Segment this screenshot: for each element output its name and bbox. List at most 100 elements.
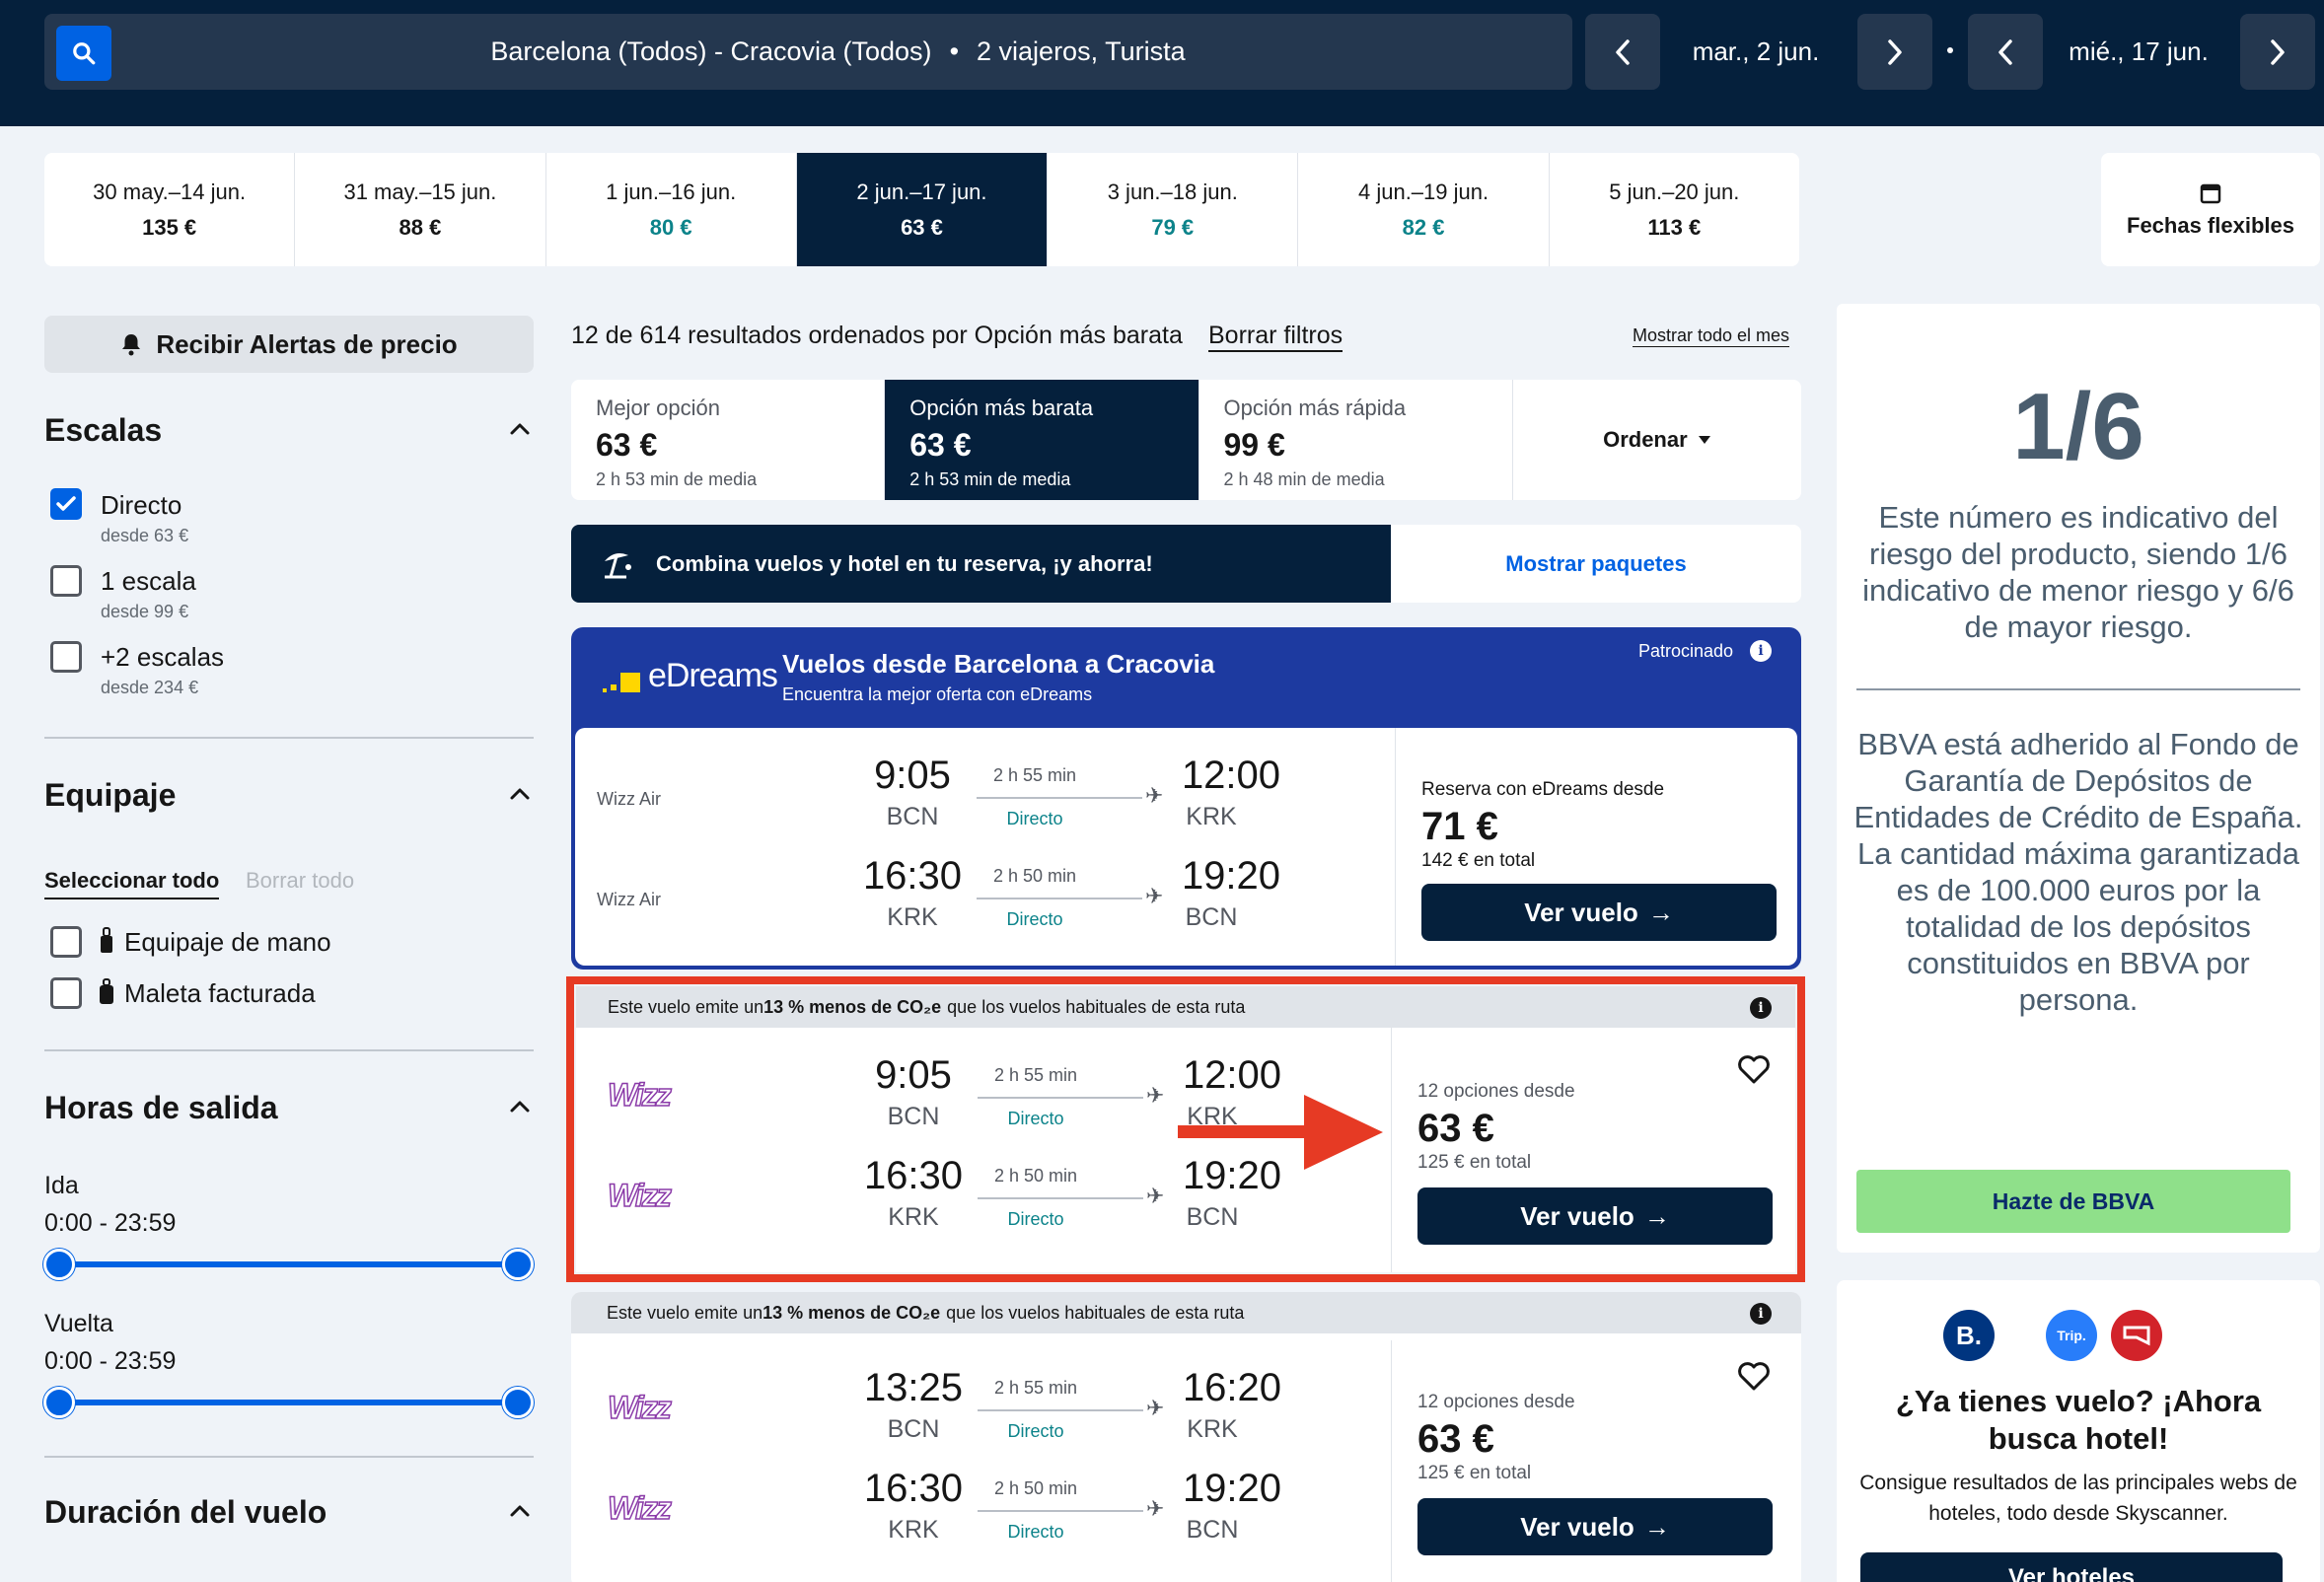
flight-result-card[interactable]: Este vuelo emite un 13 % menos de CO₂e q… <box>571 1292 1801 1582</box>
order-dropdown[interactable]: Ordenar <box>1513 380 1801 500</box>
sort-tab-label: Opción más barata <box>909 396 1094 420</box>
flight-hotel-text: Combina vuelos y hotel en tu reserva, ¡y… <box>656 550 1153 576</box>
suitcase-icon <box>100 978 113 1004</box>
flight-duration: 2 h 50 min <box>993 1478 1078 1498</box>
sponsored-edreams-card[interactable]: eDreams Vuelos desde Barcelona a Cracovi… <box>571 627 1801 970</box>
clear-all-link[interactable]: Borrar todo <box>246 868 354 894</box>
hotel-promo-title: ¿Ya tienes vuelo? ¡Ahora busca hotel! <box>1895 1384 2262 1456</box>
date-option[interactable]: 4 jun.–19 jun. 82 € <box>1298 153 1550 266</box>
tab-cheapest[interactable]: Opción más barata 63 € 2 h 53 min de media <box>885 380 1199 500</box>
date-option[interactable]: 31 may.–15 jun. 88 € <box>295 153 546 266</box>
date-option[interactable]: 30 may.–14 jun. 135 € <box>44 153 296 266</box>
chevron-up-icon[interactable] <box>509 1504 531 1518</box>
bbva-signup-button[interactable]: Hazte de BBVA <box>1856 1170 2290 1233</box>
outbound-time-slider-min-handle[interactable] <box>43 1249 75 1280</box>
stops-direct-checkbox[interactable] <box>50 488 82 520</box>
arrival-airport: BCN <box>1186 1516 1239 1544</box>
date-price: 135 € <box>142 214 197 240</box>
edreams-brand: eDreams <box>648 657 778 694</box>
outbound-time-slider-track[interactable] <box>59 1261 518 1267</box>
chevron-up-icon[interactable] <box>509 787 531 801</box>
co2-text: Este vuelo emite un <box>607 1302 763 1323</box>
baggage-option-label: Equipaje de mano <box>124 927 331 957</box>
select-all-link[interactable]: Seleccionar todo <box>44 868 220 899</box>
date-option[interactable]: 5 jun.–20 jun. 113 € <box>1550 153 1799 266</box>
sort-tab-duration: 2 h 53 min de media <box>909 469 1071 489</box>
arrow-right-icon <box>1178 1095 1383 1170</box>
carry-on-bag-icon <box>101 927 112 953</box>
date-option[interactable]: 3 jun.–18 jun. 79 € <box>1048 153 1299 266</box>
divider <box>44 1456 534 1458</box>
caret-down-icon <box>1698 436 1710 444</box>
clear-filters-link[interactable]: Borrar filtros <box>1208 322 1344 352</box>
return-time-slider-max-handle[interactable] <box>502 1387 534 1418</box>
carry-on-checkbox[interactable] <box>50 926 82 958</box>
info-icon[interactable]: i <box>1750 1303 1772 1325</box>
price-total: 125 € en total <box>1417 1463 1532 1483</box>
arrival-time: 19:20 <box>1181 854 1281 898</box>
flight-duration-title: Duración del vuelo <box>44 1494 327 1530</box>
arrow-right-icon: → <box>1647 897 1674 927</box>
heart-icon[interactable] <box>1737 1362 1771 1392</box>
stops-option-label: 1 escala <box>101 566 196 596</box>
flexible-dates-button[interactable]: Fechas flexibles <box>2101 153 2320 266</box>
search-route: Barcelona (Todos) - Cracovia (Todos) <box>490 36 932 66</box>
flight-hotel-banner: Combina vuelos y hotel en tu reserva, ¡y… <box>571 525 1801 603</box>
price-alerts-button[interactable]: Recibir Alertas de precio <box>44 316 534 373</box>
date-price-strip: 30 may.–14 jun. 135 € 31 may.–15 jun. 88 €… <box>44 153 1799 266</box>
divider <box>44 1049 534 1051</box>
sponsored-label: Patrocinado <box>1638 641 1734 661</box>
show-packages-button[interactable]: Mostrar paquetes <box>1391 525 1801 603</box>
sort-tab-price: 63 € <box>909 427 972 463</box>
arrival-airport: KRK <box>1186 803 1237 830</box>
return-time-slider-track[interactable] <box>59 1400 518 1405</box>
outbound-date[interactable]: mar., 2 jun. <box>1667 14 1845 90</box>
next-outbound-date-button[interactable] <box>1857 14 1932 90</box>
checked-bag-checkbox[interactable] <box>50 977 82 1009</box>
date-option-selected[interactable]: 2 jun.–17 jun. 63 € <box>796 153 1049 266</box>
date-price: 79 € <box>1151 214 1195 240</box>
price-from-label: Reserva con eDreams desde <box>1421 779 1665 800</box>
show-whole-month-link[interactable]: Mostrar todo el mes <box>1633 325 1790 347</box>
tab-best[interactable]: Mejor opción 63 € 2 h 53 min de media <box>571 380 886 500</box>
info-icon[interactable]: i <box>1750 640 1772 662</box>
chevron-up-icon[interactable] <box>509 422 531 436</box>
prev-return-date-button[interactable] <box>1968 14 2043 90</box>
baggage-option-label: Maleta facturada <box>124 978 316 1008</box>
stops-label: Directo <box>1006 909 1063 929</box>
stops-filter-title: Escalas <box>44 412 163 448</box>
wizz-air-logo: Wizz <box>607 1389 672 1426</box>
return-date[interactable]: mié., 17 jun. <box>2050 14 2227 90</box>
view-hotels-button[interactable]: Ver hoteles <box>1860 1552 2283 1582</box>
stops-option-label: +2 escalas <box>101 642 225 672</box>
stops-two-plus-checkbox[interactable] <box>50 641 82 673</box>
date-price: 88 € <box>399 214 442 240</box>
view-flight-button[interactable]: Ver vuelo → <box>1421 884 1777 941</box>
price-panel: 12 opciones desde 63 € 125 € en total Ve… <box>1391 1340 1796 1582</box>
stops-option-price: desde 63 € <box>101 526 189 545</box>
prev-outbound-date-button[interactable] <box>1585 14 1660 90</box>
date-range: 1 jun.–16 jun. <box>606 179 737 204</box>
date-option[interactable]: 1 jun.–16 jun. 80 € <box>546 153 797 266</box>
departure-time: 16:30 <box>863 1467 964 1510</box>
search-summary-box[interactable]: Barcelona (Todos) - Cracovia (Todos) • 2… <box>44 14 1572 90</box>
departure-time: 13:25 <box>863 1366 964 1409</box>
return-time-slider-min-handle[interactable] <box>43 1387 75 1418</box>
outbound-time-slider-max-handle[interactable] <box>502 1249 534 1280</box>
chevron-up-icon[interactable] <box>509 1100 531 1114</box>
stops-one-checkbox[interactable] <box>50 565 82 597</box>
airline-name: Wizz Air <box>597 789 661 809</box>
route-line <box>978 1409 1143 1411</box>
date-price: 82 € <box>1402 214 1445 240</box>
return-time-label: Vuelta <box>44 1310 113 1337</box>
view-flight-button[interactable]: Ver vuelo → <box>1417 1498 1773 1555</box>
flight-duration: 2 h 55 min <box>992 765 1077 785</box>
price: 63 € <box>1417 1417 1494 1461</box>
deposit-guarantee-text: BBVA está adherido al Fondo de Garantía … <box>1853 727 2303 1017</box>
view-flight-label: Ver vuelo <box>1524 897 1638 927</box>
stops-label: Directo <box>1007 1421 1064 1441</box>
arrival-airport: BCN <box>1185 903 1238 931</box>
next-return-date-button[interactable] <box>2240 14 2315 90</box>
tab-fastest[interactable]: Opción más rápida 99 € 2 h 48 min de media <box>1199 380 1513 500</box>
co2-text: que los vuelos habituales de esta ruta <box>946 1302 1245 1323</box>
